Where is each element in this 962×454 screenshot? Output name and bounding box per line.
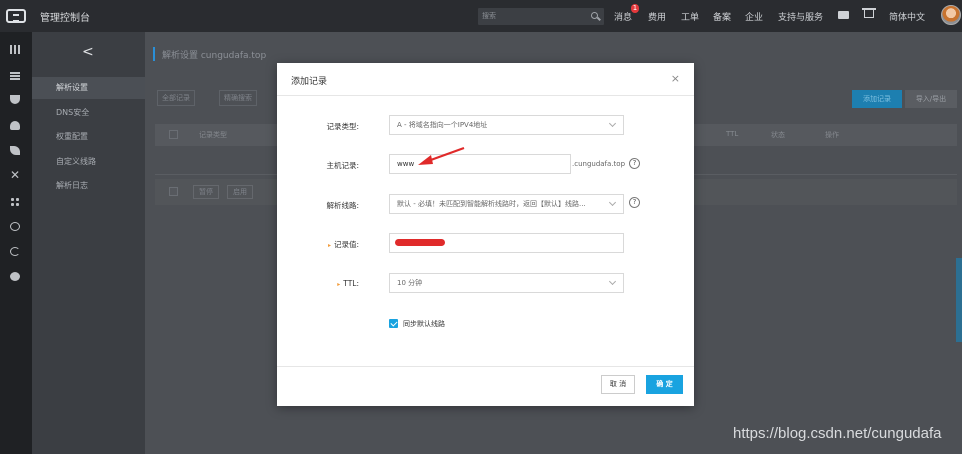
grid-icon[interactable]: [10, 45, 20, 54]
nav-messages[interactable]: 消息: [614, 10, 632, 23]
search-placeholder: 搜索: [482, 12, 496, 20]
column-ttl: TTL: [726, 130, 739, 138]
product-rail: ✕: [0, 32, 32, 454]
record-type-select[interactable]: A - 将域名指向一个IPV4地址: [389, 115, 624, 135]
breadcrumb-marker: [153, 47, 155, 61]
chevron-down-icon: [608, 277, 617, 286]
console-title[interactable]: 管理控制台: [40, 9, 90, 24]
column-status: 状态: [771, 131, 785, 139]
confirm-button[interactable]: 确 定: [646, 375, 683, 394]
filter-all-select[interactable]: 全部记录: [157, 90, 195, 106]
leaf-icon[interactable]: [10, 146, 20, 155]
nav-enterprise[interactable]: 企业: [745, 10, 763, 23]
logo-icon[interactable]: [6, 9, 26, 23]
shield-icon[interactable]: [10, 95, 20, 104]
sidebar-item-resolve-log[interactable]: 解析日志: [32, 175, 145, 197]
resolve-line-label: 解析线路:: [326, 201, 359, 210]
watermark: https://blog.csdn.net/cungudafa: [733, 425, 942, 442]
column-record-type: 记录类型: [199, 131, 227, 139]
divider: [277, 366, 694, 367]
globe-icon[interactable]: [10, 222, 20, 231]
ttl-value: 10 分钟: [397, 279, 423, 287]
nav-icp[interactable]: 备案: [713, 10, 731, 23]
cart-icon[interactable]: [862, 8, 876, 18]
page-title: 解析设置 cungudafa.top: [162, 51, 267, 61]
back-chevron-icon[interactable]: <: [82, 44, 94, 60]
nodes-icon[interactable]: [10, 197, 20, 206]
top-bar: 管理控制台 搜索 消息 1 费用 工单 备案 企业 支持与服务 简体中文: [0, 0, 962, 32]
column-actions: 操作: [825, 131, 839, 139]
enable-button[interactable]: 启用: [227, 185, 253, 199]
pause-button[interactable]: 暂停: [193, 185, 219, 199]
dns-sidebar: < 解析设置 DNS安全 权重配置 自定义线路 解析日志: [32, 32, 145, 454]
sync-default-checkbox[interactable]: [389, 319, 398, 328]
cancel-button[interactable]: 取 消: [601, 375, 635, 394]
search-icon[interactable]: [591, 12, 598, 19]
resolve-line-select[interactable]: 默认 - 必填！未匹配到智能解析线路时，返回【默认】线路...: [389, 194, 624, 214]
select-all-checkbox[interactable]: [169, 130, 178, 139]
required-marker: ▸: [337, 281, 341, 288]
sidebar-item-dns-security[interactable]: DNS安全: [32, 102, 145, 124]
sidebar-item-custom-line[interactable]: 自定义线路: [32, 151, 145, 173]
sidebar-item-weight[interactable]: 权重配置: [32, 126, 145, 148]
dot-icon[interactable]: [10, 272, 20, 281]
footer-checkbox[interactable]: [169, 187, 178, 196]
domain-suffix: .cungudafa.top: [572, 160, 626, 168]
host-record-value: www: [397, 160, 415, 168]
help-icon[interactable]: ?: [629, 197, 640, 208]
menu-icon[interactable]: [10, 71, 20, 80]
add-record-dialog: 添加记录 × 记录类型: A - 将域名指向一个IPV4地址 主机记录: www…: [277, 63, 694, 406]
sidebar-item-resolve-settings[interactable]: 解析设置: [32, 77, 145, 99]
floating-side-tab[interactable]: [956, 258, 962, 342]
breadcrumb: 解析设置 cungudafa.top: [145, 42, 962, 64]
search-box[interactable]: 搜索: [478, 8, 604, 25]
chevron-down-icon: [608, 119, 617, 128]
record-value-label: ▸ 记录值:: [327, 240, 359, 249]
close-icon[interactable]: ×: [671, 73, 680, 84]
redaction-mark: [395, 239, 445, 246]
ttl-select[interactable]: 10 分钟: [389, 273, 624, 293]
record-type-value: A - 将域名指向一个IPV4地址: [397, 121, 488, 129]
sync-default-label[interactable]: 同步默认线路: [403, 319, 445, 329]
annotation-arrow: [418, 146, 465, 165]
ttl-label: ▸ TTL:: [337, 279, 359, 288]
nav-support[interactable]: 支持与服务: [778, 10, 823, 23]
filter-precise-select[interactable]: 精确搜索: [219, 90, 257, 106]
required-marker: ▸: [327, 242, 331, 249]
avatar[interactable]: [941, 5, 961, 25]
chevron-down-icon: [608, 198, 617, 207]
message-badge: 1: [631, 4, 639, 13]
resolve-line-value: 默认 - 必填！未匹配到智能解析线路时，返回【默认】线路...: [397, 200, 586, 208]
import-export-button[interactable]: 导入/导出: [905, 90, 957, 108]
language-switch[interactable]: 简体中文: [889, 10, 925, 23]
dialog-title: 添加记录: [291, 77, 328, 87]
help-icon[interactable]: ?: [629, 158, 640, 169]
pie-icon[interactable]: [10, 247, 20, 256]
nav-billing[interactable]: 费用: [648, 10, 666, 23]
add-record-button[interactable]: 添加记录: [852, 90, 902, 108]
record-type-label: 记录类型:: [326, 122, 359, 131]
nav-tickets[interactable]: 工单: [681, 10, 699, 23]
host-record-label: 主机记录:: [326, 161, 359, 170]
cloud-icon[interactable]: [10, 121, 20, 130]
divider: [277, 95, 694, 96]
mail-icon[interactable]: [838, 11, 849, 19]
close-icon[interactable]: ✕: [10, 169, 20, 181]
